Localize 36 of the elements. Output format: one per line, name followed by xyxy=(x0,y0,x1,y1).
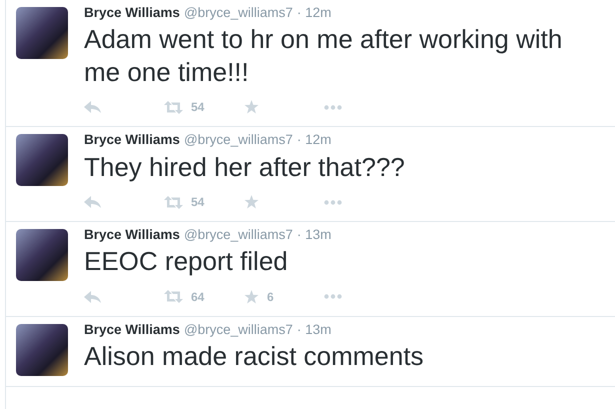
favorite-count: 6 xyxy=(267,288,274,306)
user-name[interactable]: Bryce Williams xyxy=(84,225,180,246)
user-handle[interactable]: @bryce_williams7 xyxy=(184,3,293,24)
tweet-text: EEOC report filed xyxy=(84,245,289,278)
avatar-photo-placeholder xyxy=(16,7,68,59)
tweet-text: They hired her after that??? xyxy=(84,150,406,183)
star-icon[interactable] xyxy=(244,290,259,304)
tweet-time[interactable]: · 12m xyxy=(296,130,332,150)
avatar-photo-placeholder xyxy=(16,324,68,376)
user-name[interactable]: Bryce Williams xyxy=(84,3,180,24)
star-icon[interactable] xyxy=(244,195,259,209)
retweet-count: 54 xyxy=(191,194,204,211)
tweet-time[interactable]: · 13m xyxy=(296,320,332,340)
retweet-count: 54 xyxy=(191,99,204,116)
more-icon[interactable] xyxy=(324,200,342,204)
user-name[interactable]: Bryce Williams xyxy=(84,320,180,340)
reply-icon[interactable] xyxy=(84,101,101,114)
retweet-icon[interactable] xyxy=(164,290,183,304)
avatar-photo-placeholder xyxy=(16,134,68,186)
retweet-icon[interactable] xyxy=(164,100,183,114)
tweet-time[interactable]: · 13m xyxy=(296,225,332,246)
avatar-photo-placeholder xyxy=(16,229,68,281)
retweet-count: 64 xyxy=(191,288,204,306)
more-icon[interactable] xyxy=(324,104,342,110)
user-name[interactable]: Bryce Williams xyxy=(84,130,180,150)
reply-icon[interactable] xyxy=(84,196,101,208)
star-icon[interactable] xyxy=(244,100,259,114)
more-icon[interactable] xyxy=(324,294,342,300)
user-handle[interactable]: @bryce_williams7 xyxy=(184,320,293,340)
tweet-text: Alison made racist comments xyxy=(84,340,425,372)
tweet-text: Adam went to hr on me after working with me one time!!! xyxy=(84,23,564,88)
user-handle[interactable]: @bryce_williams7 xyxy=(184,225,293,246)
user-handle[interactable]: @bryce_williams7 xyxy=(184,130,293,150)
tweet-time[interactable]: · 12m xyxy=(296,3,332,24)
retweet-icon[interactable] xyxy=(164,196,183,208)
reply-icon[interactable] xyxy=(84,290,101,303)
